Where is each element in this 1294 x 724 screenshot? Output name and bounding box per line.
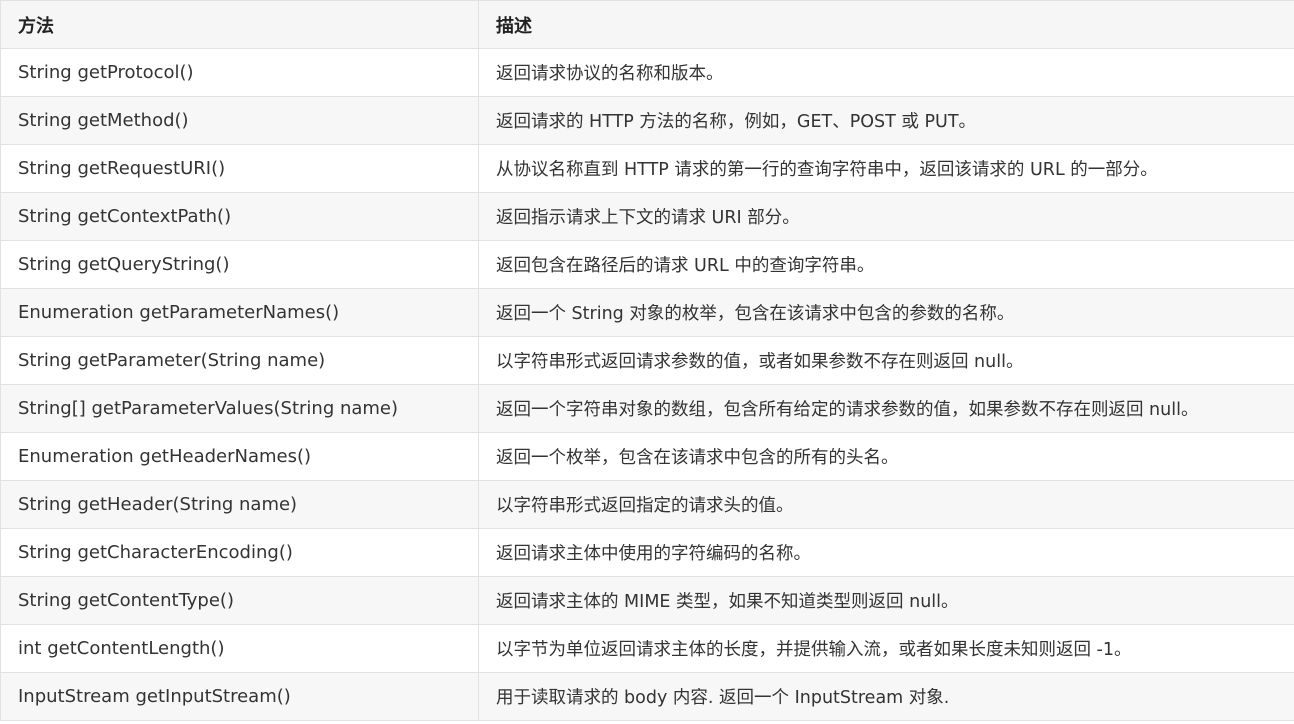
table-row: String[] getParameterValues(String name)… [0, 384, 1294, 433]
method-cell: String getContentType() [0, 576, 479, 625]
description-cell: 返回包含在路径后的请求 URL 中的查询字符串。 [478, 240, 1294, 289]
table-row: String getParameter(String name) 以字符串形式返… [0, 336, 1294, 385]
description-cell: 返回请求协议的名称和版本。 [478, 48, 1294, 97]
description-cell: 以字节为单位返回请求主体的长度，并提供输入流，或者如果长度未知则返回 -1。 [478, 624, 1294, 673]
method-cell: String getContextPath() [0, 192, 479, 241]
table-row: String getMethod() 返回请求的 HTTP 方法的名称，例如，G… [0, 96, 1294, 145]
table-row: String getCharacterEncoding() 返回请求主体中使用的… [0, 528, 1294, 577]
method-cell: InputStream getInputStream() [0, 672, 479, 721]
description-cell: 返回请求的 HTTP 方法的名称，例如，GET、POST 或 PUT。 [478, 96, 1294, 145]
method-cell: String getQueryString() [0, 240, 479, 289]
method-cell: String getParameter(String name) [0, 336, 479, 385]
table-row: String getQueryString() 返回包含在路径后的请求 URL … [0, 240, 1294, 289]
header-description: 描述 [478, 0, 1294, 49]
table-row: Enumeration getParameterNames() 返回一个 Str… [0, 288, 1294, 337]
method-cell: String getCharacterEncoding() [0, 528, 479, 577]
header-row: 方法 描述 [0, 0, 1294, 49]
table-row: String getContextPath() 返回指示请求上下文的请求 URI… [0, 192, 1294, 241]
description-cell: 返回一个枚举，包含在该请求中包含的所有的头名。 [478, 432, 1294, 481]
table-row: String getProtocol() 返回请求协议的名称和版本。 [0, 48, 1294, 97]
description-cell: 返回一个字符串对象的数组，包含所有给定的请求参数的值，如果参数不存在则返回 nu… [478, 384, 1294, 433]
method-cell: String getMethod() [0, 96, 479, 145]
table-row: int getContentLength() 以字节为单位返回请求主体的长度，并… [0, 624, 1294, 673]
header-method: 方法 [0, 0, 479, 49]
table-row: String getContentType() 返回请求主体的 MIME 类型，… [0, 576, 1294, 625]
table-row: Enumeration getHeaderNames() 返回一个枚举，包含在该… [0, 432, 1294, 481]
method-cell: String[] getParameterValues(String name) [0, 384, 479, 433]
description-cell: 用于读取请求的 body 内容. 返回一个 InputStream 对象. [478, 672, 1294, 721]
table-row: InputStream getInputStream() 用于读取请求的 bod… [0, 672, 1294, 721]
table-header: 方法 描述 [0, 0, 1294, 49]
table-body: String getProtocol() 返回请求协议的名称和版本。 Strin… [0, 48, 1294, 721]
methods-table: 方法 描述 String getProtocol() 返回请求协议的名称和版本。… [0, 0, 1294, 721]
description-cell: 返回一个 String 对象的枚举，包含在该请求中包含的参数的名称。 [478, 288, 1294, 337]
method-cell: Enumeration getParameterNames() [0, 288, 479, 337]
table-row: String getRequestURI() 从协议名称直到 HTTP 请求的第… [0, 144, 1294, 193]
description-cell: 返回请求主体的 MIME 类型，如果不知道类型则返回 null。 [478, 576, 1294, 625]
description-cell: 以字符串形式返回指定的请求头的值。 [478, 480, 1294, 529]
description-cell: 从协议名称直到 HTTP 请求的第一行的查询字符串中，返回该请求的 URL 的一… [478, 144, 1294, 193]
method-cell: String getHeader(String name) [0, 480, 479, 529]
method-cell: String getProtocol() [0, 48, 479, 97]
description-cell: 以字符串形式返回请求参数的值，或者如果参数不存在则返回 null。 [478, 336, 1294, 385]
description-cell: 返回请求主体中使用的字符编码的名称。 [478, 528, 1294, 577]
method-cell: int getContentLength() [0, 624, 479, 673]
method-cell: String getRequestURI() [0, 144, 479, 193]
method-cell: Enumeration getHeaderNames() [0, 432, 479, 481]
table-row: String getHeader(String name) 以字符串形式返回指定… [0, 480, 1294, 529]
description-cell: 返回指示请求上下文的请求 URI 部分。 [478, 192, 1294, 241]
